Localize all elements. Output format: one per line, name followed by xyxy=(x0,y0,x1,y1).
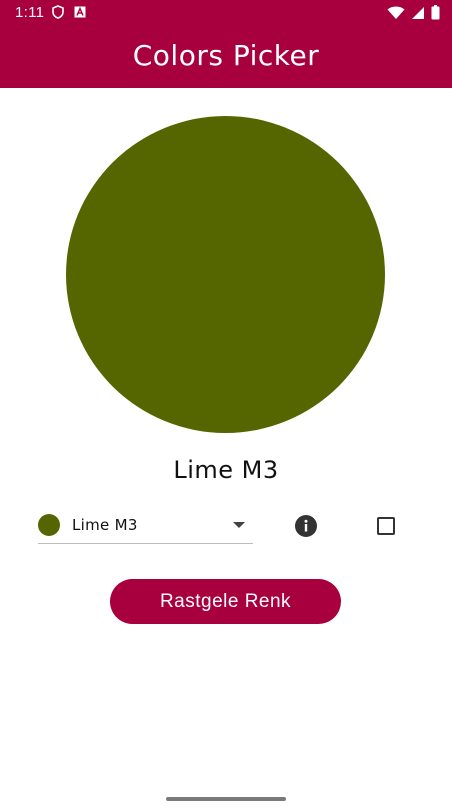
app-bar: Colors Picker xyxy=(0,25,452,88)
color-preview-circle xyxy=(66,116,385,433)
app-title: Colors Picker xyxy=(132,39,320,72)
random-color-button[interactable]: Rastgele Renk xyxy=(110,579,341,624)
app-notification-icon xyxy=(74,6,86,18)
home-indicator[interactable] xyxy=(166,797,286,801)
wifi-icon xyxy=(387,6,405,19)
battery-icon xyxy=(431,5,440,20)
color-name-label: Lime M3 xyxy=(173,456,279,484)
dropdown-selected-label: Lime M3 xyxy=(72,516,138,534)
color-dropdown[interactable]: Lime M3 xyxy=(38,508,253,544)
info-icon[interactable] xyxy=(295,515,317,537)
status-time: 1:11 xyxy=(15,4,45,21)
status-left-icons xyxy=(52,5,86,19)
status-right-icons xyxy=(387,5,440,20)
checkbox[interactable] xyxy=(377,517,395,535)
dropdown-arrow-icon xyxy=(233,522,245,528)
color-swatch-dot xyxy=(38,514,60,536)
status-bar: 1:11 xyxy=(0,0,452,25)
shield-icon xyxy=(52,5,64,19)
signal-icon xyxy=(412,6,424,19)
